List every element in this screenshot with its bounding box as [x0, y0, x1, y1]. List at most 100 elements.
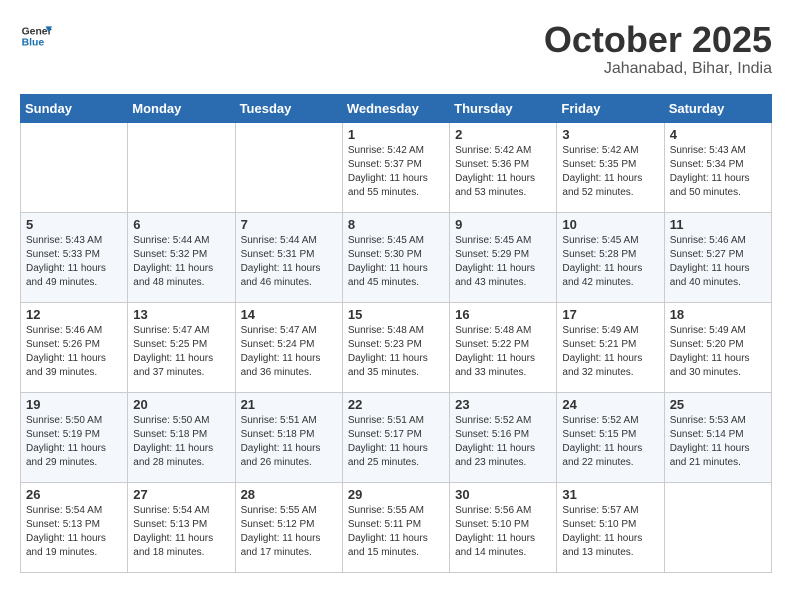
calendar-cell: 27Sunrise: 5:54 AM Sunset: 5:13 PM Dayli… — [128, 482, 235, 572]
calendar-cell: 17Sunrise: 5:49 AM Sunset: 5:21 PM Dayli… — [557, 302, 664, 392]
month-title: October 2025 — [544, 20, 772, 60]
day-info: Sunrise: 5:51 AM Sunset: 5:17 PM Dayligh… — [348, 414, 444, 470]
calendar-cell: 9 Sunrise: 5:45 AM Sunset: 5:29 PM Daylig… — [450, 212, 557, 302]
day-info: Sunrise: 5:46 AM Sunset: 5:27 PM Dayligh… — [670, 234, 766, 290]
logo: General Blue — [20, 20, 52, 52]
calendar-cell: 6 Sunrise: 5:44 AM Sunset: 5:32 PM Daylig… — [128, 212, 235, 302]
day-info: Sunrise: 5:47 AM Sunset: 5:25 PM Dayligh… — [133, 324, 229, 380]
day-number: 5 — [26, 217, 122, 232]
day-info: Sunrise: 5:44 AM Sunset: 5:32 PM Dayligh… — [133, 234, 229, 290]
calendar-cell: 20 Sunrise: 5:50 AM Sunset: 5:18 PM Dayli… — [128, 392, 235, 482]
calendar-cell: 8 Sunrise: 5:45 AM Sunset: 5:30 PM Daylig… — [342, 212, 449, 302]
day-info: Sunrise: 5:42 AM Sunset: 5:36 PM Dayligh… — [455, 144, 551, 200]
day-info: Sunrise: 5:45 AM Sunset: 5:28 PM Dayligh… — [562, 234, 658, 290]
day-number: 19 — [26, 397, 122, 412]
calendar-cell: 25Sunrise: 5:53 AM Sunset: 5:14 PM Dayli… — [664, 392, 771, 482]
day-info: Sunrise: 5:48 AM Sunset: 5:23 PM Dayligh… — [348, 324, 444, 380]
calendar-cell: 11 Sunrise: 5:46 AM Sunset: 5:27 PM Dayli… — [664, 212, 771, 302]
day-number: 1 — [348, 127, 444, 142]
day-info: Sunrise: 5:56 AM Sunset: 5:10 PM Dayligh… — [455, 504, 551, 560]
day-number: 17 — [562, 307, 658, 322]
day-info: Sunrise: 5:57 AM Sunset: 5:10 PM Dayligh… — [562, 504, 658, 560]
day-number: 30 — [455, 487, 551, 502]
day-info: Sunrise: 5:52 AM Sunset: 5:16 PM Dayligh… — [455, 414, 551, 470]
day-info: Sunrise: 5:55 AM Sunset: 5:12 PM Dayligh… — [241, 504, 337, 560]
calendar-cell: 1 Sunrise: 5:42 AM Sunset: 5:37 PM Daylig… — [342, 122, 449, 212]
calendar-cell: 24 Sunrise: 5:52 AM Sunset: 5:15 PM Dayli… — [557, 392, 664, 482]
day-number: 24 — [562, 397, 658, 412]
calendar-cell: 14 Sunrise: 5:47 AM Sunset: 5:24 PM Dayli… — [235, 302, 342, 392]
day-number: 25 — [670, 397, 766, 412]
calendar-week-row: 1 Sunrise: 5:42 AM Sunset: 5:37 PM Daylig… — [21, 122, 772, 212]
calendar-week-row: 19Sunrise: 5:50 AM Sunset: 5:19 PM Dayli… — [21, 392, 772, 482]
day-number: 2 — [455, 127, 551, 142]
calendar-cell: 21 Sunrise: 5:51 AM Sunset: 5:18 PM Dayli… — [235, 392, 342, 482]
day-number: 10 — [562, 217, 658, 232]
day-number: 23 — [455, 397, 551, 412]
day-info: Sunrise: 5:42 AM Sunset: 5:35 PM Dayligh… — [562, 144, 658, 200]
calendar-cell — [21, 122, 128, 212]
day-info: Sunrise: 5:43 AM Sunset: 5:34 PM Dayligh… — [670, 144, 766, 200]
day-info: Sunrise: 5:45 AM Sunset: 5:29 PM Dayligh… — [455, 234, 551, 290]
calendar-cell: 7Sunrise: 5:44 AM Sunset: 5:31 PM Daylig… — [235, 212, 342, 302]
day-number: 21 — [241, 397, 337, 412]
calendar-cell: 26 Sunrise: 5:54 AM Sunset: 5:13 PM Dayli… — [21, 482, 128, 572]
calendar-cell: 29 Sunrise: 5:55 AM Sunset: 5:11 PM Dayli… — [342, 482, 449, 572]
day-number: 6 — [133, 217, 229, 232]
day-number: 26 — [26, 487, 122, 502]
day-info: Sunrise: 5:42 AM Sunset: 5:37 PM Dayligh… — [348, 144, 444, 200]
calendar-cell: 4 Sunrise: 5:43 AM Sunset: 5:34 PM Daylig… — [664, 122, 771, 212]
day-info: Sunrise: 5:48 AM Sunset: 5:22 PM Dayligh… — [455, 324, 551, 380]
calendar-week-row: 26 Sunrise: 5:54 AM Sunset: 5:13 PM Dayli… — [21, 482, 772, 572]
calendar-cell: 30 Sunrise: 5:56 AM Sunset: 5:10 PM Dayli… — [450, 482, 557, 572]
title-block: October 2025 Jahanabad, Bihar, India — [544, 20, 772, 78]
page-header: General Blue October 2025 Jahanabad, Bih… — [20, 20, 772, 78]
day-info: Sunrise: 5:49 AM Sunset: 5:20 PM Dayligh… — [670, 324, 766, 380]
day-info: Sunrise: 5:51 AM Sunset: 5:18 PM Dayligh… — [241, 414, 337, 470]
day-number: 22 — [348, 397, 444, 412]
day-number: 18 — [670, 307, 766, 322]
day-info: Sunrise: 5:50 AM Sunset: 5:18 PM Dayligh… — [133, 414, 229, 470]
column-header-wednesday: Wednesday — [342, 94, 449, 122]
day-info: Sunrise: 5:52 AM Sunset: 5:15 PM Dayligh… — [562, 414, 658, 470]
calendar-cell — [664, 482, 771, 572]
day-number: 14 — [241, 307, 337, 322]
day-info: Sunrise: 5:47 AM Sunset: 5:24 PM Dayligh… — [241, 324, 337, 380]
day-number: 31 — [562, 487, 658, 502]
day-info: Sunrise: 5:45 AM Sunset: 5:30 PM Dayligh… — [348, 234, 444, 290]
day-number: 20 — [133, 397, 229, 412]
day-number: 4 — [670, 127, 766, 142]
calendar-cell: 15Sunrise: 5:48 AM Sunset: 5:23 PM Dayli… — [342, 302, 449, 392]
column-header-friday: Friday — [557, 94, 664, 122]
calendar-cell: 13 Sunrise: 5:47 AM Sunset: 5:25 PM Dayli… — [128, 302, 235, 392]
day-number: 27 — [133, 487, 229, 502]
calendar-week-row: 12Sunrise: 5:46 AM Sunset: 5:26 PM Dayli… — [21, 302, 772, 392]
calendar-cell: 2 Sunrise: 5:42 AM Sunset: 5:36 PM Daylig… — [450, 122, 557, 212]
calendar-cell: 10 Sunrise: 5:45 AM Sunset: 5:28 PM Dayli… — [557, 212, 664, 302]
day-info: Sunrise: 5:43 AM Sunset: 5:33 PM Dayligh… — [26, 234, 122, 290]
day-number: 8 — [348, 217, 444, 232]
calendar-cell: 28Sunrise: 5:55 AM Sunset: 5:12 PM Dayli… — [235, 482, 342, 572]
day-number: 29 — [348, 487, 444, 502]
calendar-cell: 22 Sunrise: 5:51 AM Sunset: 5:17 PM Dayli… — [342, 392, 449, 482]
calendar-cell: 5 Sunrise: 5:43 AM Sunset: 5:33 PM Daylig… — [21, 212, 128, 302]
calendar-cell: 19Sunrise: 5:50 AM Sunset: 5:19 PM Dayli… — [21, 392, 128, 482]
day-info: Sunrise: 5:54 AM Sunset: 5:13 PM Dayligh… — [26, 504, 122, 560]
calendar-header-row: SundayMondayTuesdayWednesdayThursdayFrid… — [21, 94, 772, 122]
location: Jahanabad, Bihar, India — [544, 60, 772, 78]
calendar-cell: 31 Sunrise: 5:57 AM Sunset: 5:10 PM Dayli… — [557, 482, 664, 572]
calendar-cell: 12Sunrise: 5:46 AM Sunset: 5:26 PM Dayli… — [21, 302, 128, 392]
day-info: Sunrise: 5:55 AM Sunset: 5:11 PM Dayligh… — [348, 504, 444, 560]
calendar-table: SundayMondayTuesdayWednesdayThursdayFrid… — [20, 94, 772, 573]
day-number: 12 — [26, 307, 122, 322]
calendar-cell: 18 Sunrise: 5:49 AM Sunset: 5:20 PM Dayli… — [664, 302, 771, 392]
calendar-cell: 16Sunrise: 5:48 AM Sunset: 5:22 PM Dayli… — [450, 302, 557, 392]
day-number: 3 — [562, 127, 658, 142]
column-header-thursday: Thursday — [450, 94, 557, 122]
calendar-cell: 3 Sunrise: 5:42 AM Sunset: 5:35 PM Daylig… — [557, 122, 664, 212]
calendar-cell — [128, 122, 235, 212]
calendar-cell: 23 Sunrise: 5:52 AM Sunset: 5:16 PM Dayli… — [450, 392, 557, 482]
day-number: 11 — [670, 217, 766, 232]
day-number: 9 — [455, 217, 551, 232]
day-number: 13 — [133, 307, 229, 322]
